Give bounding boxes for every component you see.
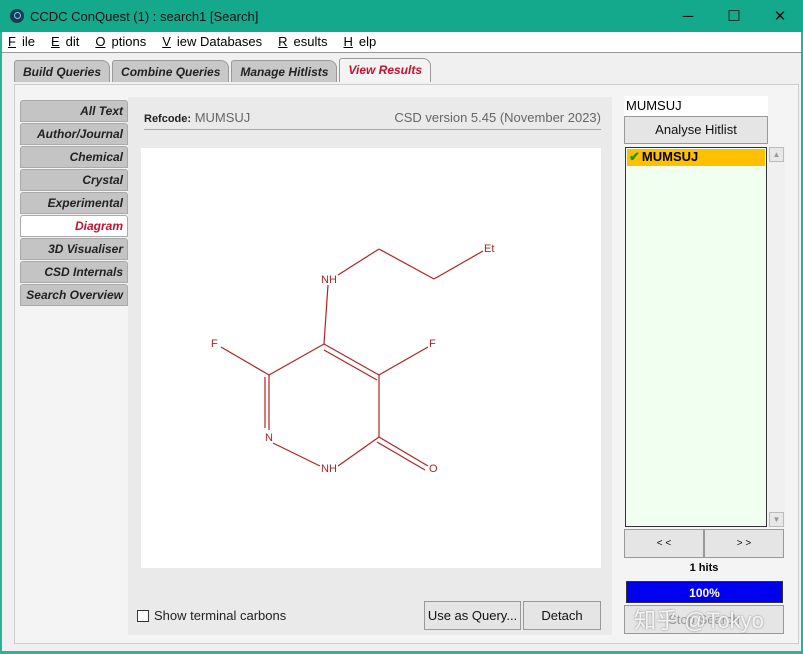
side-tab-3d-visualiser[interactable]: 3D Visualiser bbox=[20, 238, 128, 260]
side-tab-author-journal[interactable]: Author/Journal bbox=[20, 123, 128, 145]
window-title: CCDC ConQuest (1) : search1 [Search] bbox=[30, 8, 259, 24]
tab-manage-hitlists[interactable]: Manage Hitlists bbox=[231, 60, 338, 82]
menu-label: esults bbox=[293, 34, 328, 49]
refcode-value: MUMSUJ bbox=[194, 110, 251, 125]
menu-accel: H bbox=[343, 34, 353, 49]
bond bbox=[378, 346, 429, 376]
side-tab-search-overview[interactable]: Search Overview bbox=[20, 284, 128, 306]
menu-accel: F bbox=[8, 34, 16, 49]
atom-label: N bbox=[265, 432, 273, 444]
hitlist-item[interactable]: ✔ MUMSUJ bbox=[627, 149, 765, 166]
atom-label: NH bbox=[321, 274, 337, 286]
menu-item-help[interactable]: Help bbox=[338, 32, 387, 52]
watermark: 知乎 @Tokyo bbox=[634, 608, 764, 633]
next-hit-button[interactable]: > > bbox=[704, 529, 784, 558]
bond bbox=[433, 250, 484, 280]
tab-build-queries[interactable]: Build Queries bbox=[14, 60, 111, 82]
refcode-search-input[interactable]: MUMSUJ bbox=[624, 96, 768, 116]
menu-label: iew Databases bbox=[176, 34, 263, 49]
checkbox-label: Show terminal carbons bbox=[154, 608, 287, 623]
tab-view-results[interactable]: View Results bbox=[339, 58, 432, 82]
side-tabs: All Text Author/Journal Chemical Crystal Exp… bbox=[20, 100, 128, 307]
side-tab-all-text[interactable]: All Text bbox=[20, 100, 128, 122]
hitlist-item-name: MUMSUJ bbox=[641, 149, 699, 164]
app-icon bbox=[10, 9, 24, 23]
bond bbox=[220, 346, 270, 376]
close-button[interactable]: ✕ bbox=[757, 0, 803, 32]
main-tabs: Build Queries Combine Queries Manage Hitli… bbox=[14, 58, 433, 82]
menu-accel: E bbox=[50, 34, 60, 49]
menu-item-options[interactable]: Options bbox=[89, 32, 156, 52]
bond bbox=[272, 442, 321, 467]
bond bbox=[323, 343, 380, 376]
bond bbox=[378, 248, 435, 280]
refcode-label: Refcode: bbox=[144, 113, 192, 125]
checkbox-box[interactable] bbox=[137, 609, 149, 622]
use-as-query-button[interactable]: Use as Query... bbox=[424, 601, 521, 630]
menu-label: ile bbox=[21, 34, 35, 49]
maximize-button[interactable]: ☐ bbox=[711, 0, 757, 32]
menu-accel: O bbox=[95, 34, 106, 49]
tab-combine-queries[interactable]: Combine Queries bbox=[112, 60, 230, 82]
hits-count: 1 hits bbox=[689, 562, 719, 574]
menu-item-file[interactable]: File bbox=[2, 32, 45, 52]
show-terminal-carbons-checkbox[interactable]: Show terminal carbons bbox=[137, 608, 286, 623]
menu-item-edit[interactable]: Edit bbox=[45, 32, 89, 52]
molecule-structure: NH Et F F N NH O bbox=[211, 243, 494, 475]
bond bbox=[268, 343, 325, 376]
previous-hit-button[interactable]: < < bbox=[624, 529, 704, 558]
bond bbox=[323, 349, 378, 381]
menu-bar: File Edit Options View Databases Results Help bbox=[2, 32, 801, 53]
check-icon: ✔ bbox=[629, 149, 640, 164]
bond bbox=[337, 436, 380, 467]
menu-accel: V bbox=[162, 34, 171, 49]
menu-label: dit bbox=[65, 34, 80, 49]
detach-button[interactable]: Detach bbox=[523, 601, 601, 630]
side-tab-diagram[interactable]: Diagram bbox=[20, 215, 128, 237]
bond bbox=[378, 436, 429, 467]
side-tab-crystal[interactable]: Crystal bbox=[20, 169, 128, 191]
atom-label: F bbox=[211, 338, 218, 350]
scroll-up-icon[interactable]: ▲ bbox=[769, 147, 784, 162]
hitlist-scrollbar[interactable]: ▲ ▼ bbox=[768, 147, 785, 527]
menu-item-view-databases[interactable]: View Databases bbox=[156, 32, 272, 52]
atom-label: O bbox=[429, 463, 438, 475]
atom-label: NH bbox=[321, 463, 337, 475]
bond bbox=[323, 284, 329, 345]
refcode-line: Refcode: MUMSUJ CSD version 5.45 (Novemb… bbox=[144, 110, 601, 130]
bond bbox=[337, 248, 380, 276]
menu-item-results[interactable]: Results bbox=[272, 32, 337, 52]
side-tab-chemical[interactable]: Chemical bbox=[20, 146, 128, 168]
menu-label: ptions bbox=[111, 34, 147, 49]
minimize-button[interactable]: ─ bbox=[665, 0, 711, 32]
menu-label: elp bbox=[358, 34, 377, 49]
search-progress-bar: 100% bbox=[626, 581, 783, 603]
title-bar: CCDC ConQuest (1) : search1 [Search] ─ ☐… bbox=[0, 0, 803, 32]
atom-label: F bbox=[429, 338, 436, 350]
side-tab-experimental[interactable]: Experimental bbox=[20, 192, 128, 214]
analyse-hitlist-button[interactable]: Analyse Hitlist bbox=[624, 116, 768, 144]
bond bbox=[376, 441, 426, 471]
csd-version: CSD version 5.45 (November 2023) bbox=[394, 110, 601, 125]
scroll-down-icon[interactable]: ▼ bbox=[769, 512, 784, 527]
side-tab-csd-internals[interactable]: CSD Internals bbox=[20, 261, 128, 283]
hitlist: ✔ MUMSUJ bbox=[625, 147, 767, 527]
menu-accel: R bbox=[278, 34, 288, 49]
atom-label: Et bbox=[484, 243, 494, 255]
chemical-diagram: NH Et F F N NH O bbox=[141, 148, 601, 568]
